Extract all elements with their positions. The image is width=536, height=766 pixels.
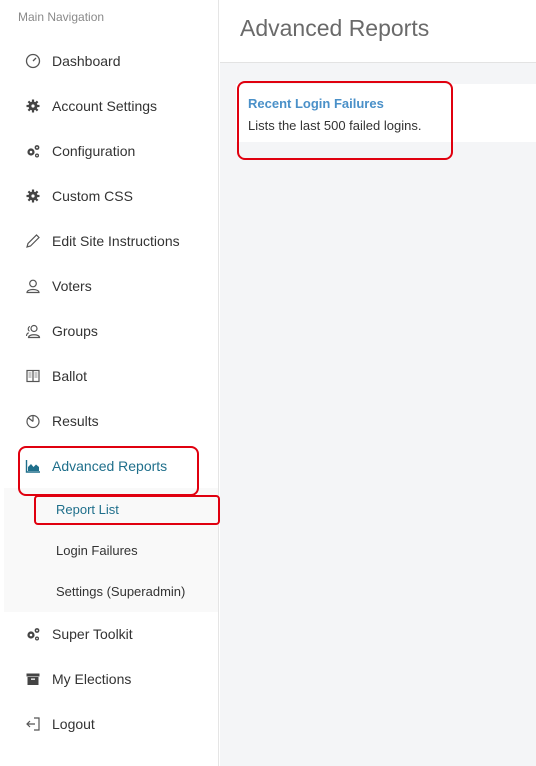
sidebar-item-voters[interactable]: Voters	[0, 268, 218, 304]
report-description: Lists the last 500 failed logins.	[248, 118, 422, 133]
gear-icon	[24, 97, 42, 115]
sidebar-item-label: Configuration	[52, 143, 136, 159]
sign-out-icon	[24, 715, 42, 733]
sidebar-item-label: Super Toolkit	[52, 626, 133, 642]
sidebar-item-label: Logout	[52, 716, 95, 732]
sidebar-item-my-elections[interactable]: My Elections	[0, 661, 218, 697]
sidebar-item-label: Results	[52, 413, 99, 429]
report-link-recent-login-failures[interactable]: Recent Login Failures	[248, 96, 384, 111]
advanced-reports-submenu: Report List Login Failures Settings (Sup…	[4, 488, 218, 612]
sidebar-item-dashboard[interactable]: Dashboard	[0, 43, 218, 79]
page-title: Advanced Reports	[240, 15, 430, 41]
pie-chart-icon	[24, 412, 42, 430]
pencil-icon	[24, 232, 42, 250]
user-icon	[24, 277, 42, 295]
submenu-item-label: Login Failures	[56, 542, 138, 558]
sidebar-item-groups[interactable]: Groups	[0, 313, 218, 349]
sidebar-item-custom-css[interactable]: Custom CSS	[0, 178, 218, 214]
submenu-item-report-list[interactable]: Report List	[4, 493, 218, 525]
sidebar-item-results[interactable]: Results	[0, 403, 218, 439]
sidebar-item-label: Dashboard	[52, 53, 121, 69]
gear-icon	[24, 187, 42, 205]
sidebar: Main Navigation Dashboard Account Settin…	[0, 0, 219, 766]
report-card: Recent Login Failures Lists the last 500…	[236, 84, 536, 142]
submenu-item-settings-superadmin[interactable]: Settings (Superadmin)	[4, 575, 218, 607]
book-icon	[24, 367, 42, 385]
submenu-item-label: Settings (Superadmin)	[56, 583, 186, 599]
gears-icon	[24, 625, 42, 643]
sidebar-item-super-toolkit[interactable]: Super Toolkit	[0, 616, 218, 652]
app-layout: Main Navigation Dashboard Account Settin…	[0, 0, 536, 766]
sidebar-item-ballot[interactable]: Ballot	[0, 358, 218, 394]
sidebar-item-label: Ballot	[52, 368, 88, 384]
sidebar-item-label: Advanced Reports	[52, 458, 168, 474]
nav-heading: Main Navigation	[18, 10, 105, 24]
sidebar-item-label: Custom CSS	[52, 188, 133, 204]
sidebar-item-label: Voters	[52, 278, 92, 294]
archive-icon	[24, 670, 42, 688]
sidebar-item-label: My Elections	[52, 671, 132, 687]
submenu-item-login-failures[interactable]: Login Failures	[4, 534, 218, 566]
sidebar-item-label: Account Settings	[52, 98, 158, 114]
area-chart-icon	[24, 457, 42, 475]
sidebar-item-label: Groups	[52, 323, 98, 339]
sidebar-item-label: Edit Site Instructions	[52, 233, 180, 249]
gears-icon	[24, 142, 42, 160]
users-icon	[24, 322, 42, 340]
gauge-icon	[24, 52, 42, 70]
sidebar-item-account-settings[interactable]: Account Settings	[0, 88, 218, 124]
sidebar-item-advanced-reports[interactable]: Advanced Reports	[0, 448, 218, 484]
sidebar-item-configuration[interactable]: Configuration	[0, 133, 218, 169]
sidebar-item-edit-site-instructions[interactable]: Edit Site Instructions	[0, 223, 218, 259]
submenu-item-label: Report List	[56, 501, 119, 517]
main-content: Advanced Reports Recent Login Failures L…	[220, 0, 536, 766]
sidebar-item-logout[interactable]: Logout	[0, 706, 218, 742]
page-header: Advanced Reports	[220, 0, 536, 63]
